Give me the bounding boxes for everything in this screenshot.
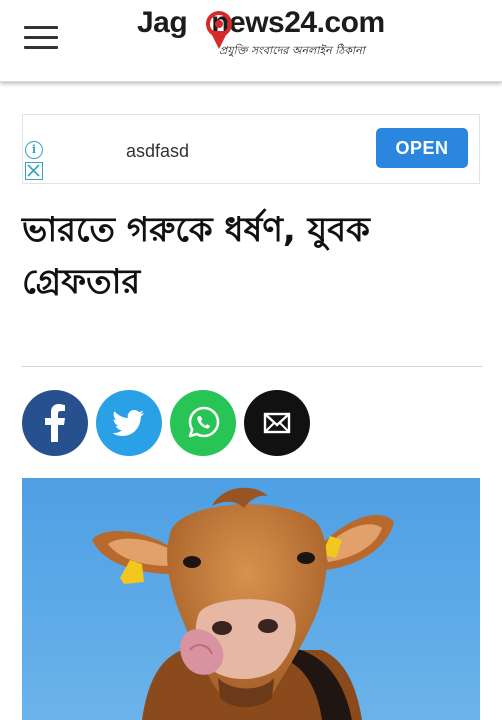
whatsapp-share-button[interactable] bbox=[170, 390, 236, 456]
logo-text-news24: news24.com bbox=[211, 6, 385, 39]
facebook-icon bbox=[45, 404, 65, 442]
twitter-icon bbox=[112, 410, 144, 436]
menu-bar bbox=[24, 36, 58, 39]
menu-icon[interactable] bbox=[24, 26, 58, 50]
cow-photo bbox=[22, 478, 480, 720]
ad-info-icon[interactable]: i bbox=[25, 141, 43, 159]
article-headline: ভারতে গরুকে ধর্ষণ, যুবক গ্রেফতার bbox=[22, 210, 370, 302]
site-logo[interactable]: Jag news24.com প্রযুক্তি সংবাদের অনলাইন ঠ… bbox=[137, 6, 407, 66]
logo-tagline: প্রযুক্তি সংবাদের অনলাইন ঠিকানা bbox=[219, 44, 365, 57]
site-header: Jag news24.com প্রযুক্তি সংবাদের অনলাইন ঠ… bbox=[0, 0, 502, 82]
ad-banner[interactable]: i asdfasd OPEN bbox=[22, 114, 480, 184]
menu-bar bbox=[24, 46, 58, 49]
whatsapp-icon bbox=[188, 406, 220, 438]
facebook-share-button[interactable] bbox=[22, 390, 88, 456]
twitter-share-button[interactable] bbox=[96, 390, 162, 456]
logo-wordmark: Jag news24.com bbox=[137, 6, 385, 40]
mail-share-button[interactable] bbox=[244, 390, 310, 456]
ad-text: asdfasd bbox=[126, 141, 190, 161]
logo-text-jag: Jag bbox=[137, 6, 188, 39]
ad-close-icon[interactable] bbox=[25, 162, 43, 180]
mail-icon bbox=[263, 412, 291, 434]
divider bbox=[22, 366, 482, 367]
menu-bar bbox=[24, 26, 58, 29]
ad-open-button[interactable]: OPEN bbox=[376, 128, 468, 168]
article-image bbox=[22, 478, 480, 720]
